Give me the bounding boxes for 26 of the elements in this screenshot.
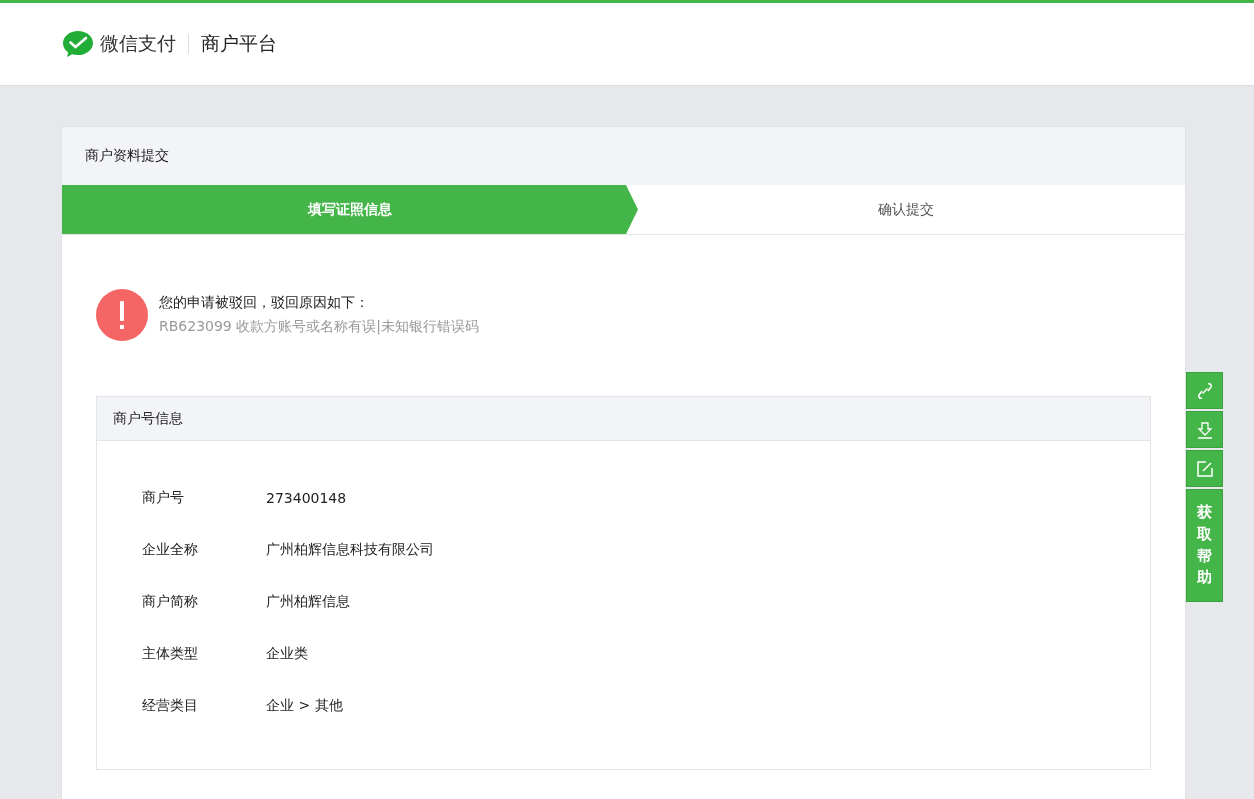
card-title: 商户资料提交 bbox=[85, 147, 169, 165]
panel-title: 商户号信息 bbox=[113, 409, 183, 428]
field-label: 商户简称 bbox=[142, 593, 199, 611]
field-value: 企业类 bbox=[266, 645, 308, 663]
help-button[interactable]: 获取帮助 bbox=[1186, 489, 1223, 602]
link-button[interactable] bbox=[1186, 372, 1223, 409]
field-value: 广州柏辉信息 bbox=[266, 593, 350, 611]
link-icon bbox=[1195, 381, 1214, 400]
field-value: 广州柏辉信息科技有限公司 bbox=[266, 541, 434, 559]
exclamation-icon bbox=[96, 289, 148, 341]
rejection-reason: RB623099 收款方账号或名称有误|未知银行错误码 bbox=[159, 318, 479, 336]
field-label: 商户号 bbox=[142, 489, 185, 507]
field-value: 273400148 bbox=[266, 490, 347, 506]
rejection-title: 您的申请被驳回，驳回原因如下： bbox=[159, 294, 370, 312]
field-label: 主体类型 bbox=[142, 645, 199, 663]
download-icon bbox=[1195, 420, 1214, 439]
field-value: 企业 > 其他 bbox=[266, 697, 343, 715]
brand-name: 微信支付 bbox=[100, 31, 176, 56]
field-label: 企业全称 bbox=[142, 541, 199, 559]
step-tab[interactable]: 填写证照信息 bbox=[62, 185, 638, 234]
edit-icon bbox=[1195, 459, 1214, 478]
chat-bubble-check-icon bbox=[62, 30, 94, 58]
edit-button[interactable] bbox=[1186, 450, 1223, 487]
platform-name: 商户平台 bbox=[201, 31, 277, 56]
field-label: 经营类目 bbox=[142, 697, 199, 715]
download-button[interactable] bbox=[1186, 411, 1223, 448]
